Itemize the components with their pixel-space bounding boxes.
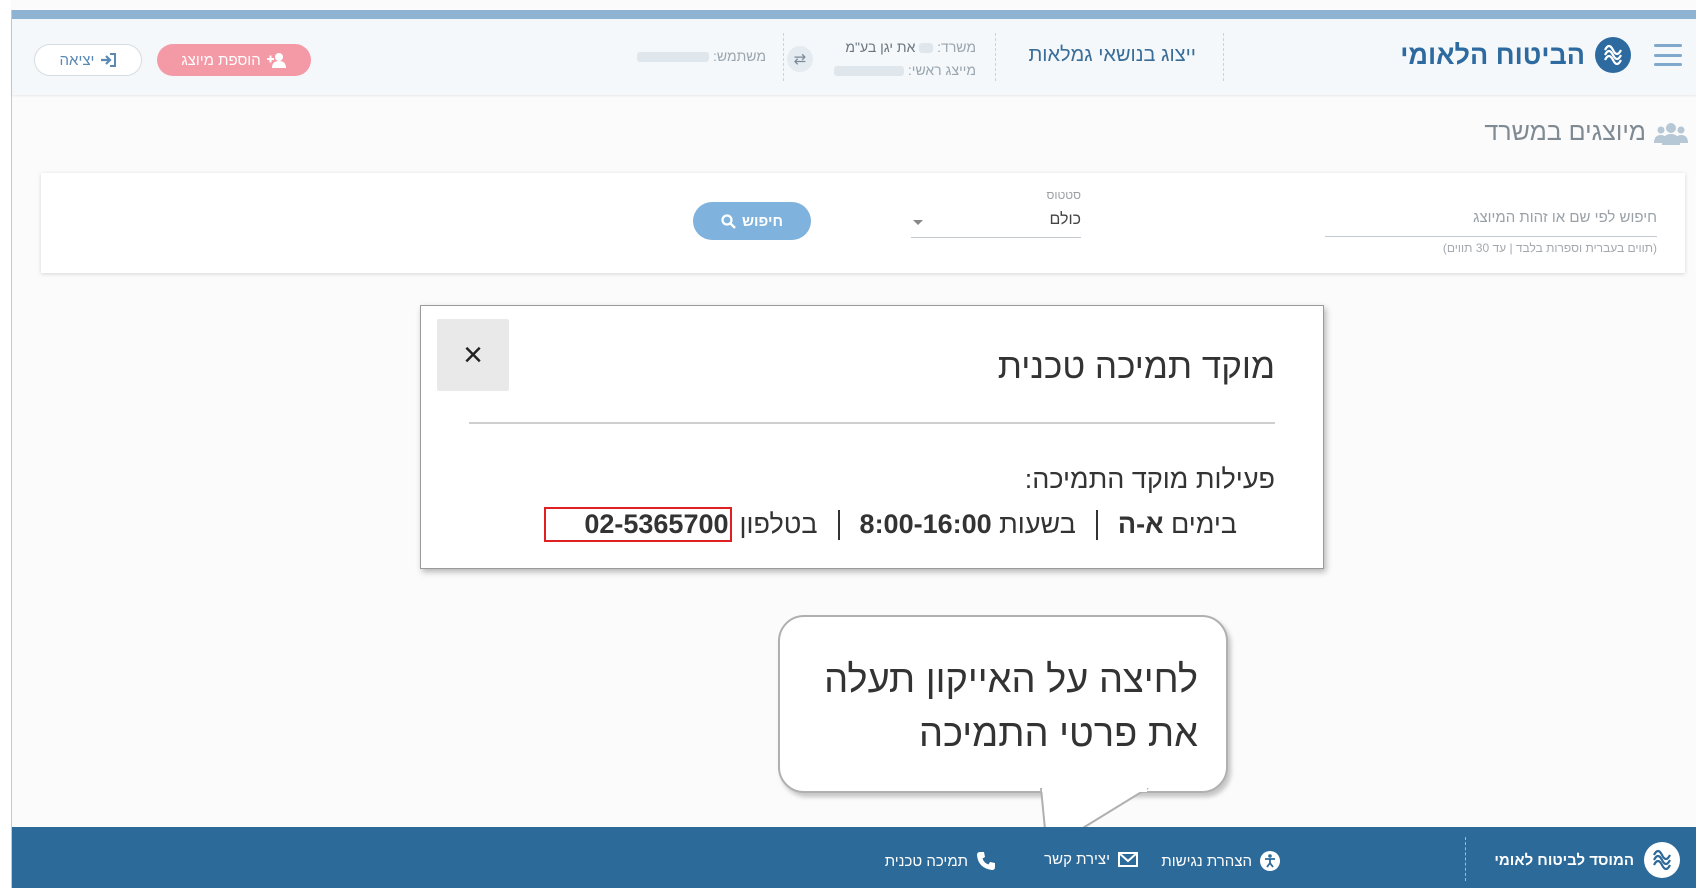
phone-value[interactable]: 02-5365700: [584, 509, 728, 539]
exit-button[interactable]: יציאה: [34, 44, 142, 76]
search-panel: חיפוש לפי שם או זהות המיוצג (תווים בעברי…: [41, 173, 1685, 273]
days-value: א-ה: [1117, 509, 1164, 539]
office-name: את יגן בע"מ: [845, 39, 916, 55]
header: הביטוח הלאומי ייצוג בנושאי גמלאות משרד: …: [12, 19, 1696, 95]
close-button[interactable]: ×: [437, 319, 509, 391]
logo-text: הביטוח הלאומי: [1400, 39, 1585, 70]
support-hours-line: בימים א-ה בשעות 8:00-16:00 בטלפון 02-536…: [544, 507, 1237, 542]
search-input[interactable]: חיפוש לפי שם או זהות המיוצג: [1325, 203, 1657, 237]
callout-line-2: את פרטי התמיכה: [919, 713, 1198, 755]
search-button-label: חיפוש: [741, 212, 784, 230]
callout-bubble: לחיצה על האייקון תעלה את פרטי התמיכה: [778, 615, 1228, 793]
switch-office-icon[interactable]: ⇄: [787, 46, 813, 72]
footer-divider: [1465, 837, 1466, 881]
modal-title: מוקד תמיכה טכנית: [997, 347, 1275, 386]
status-label: סטטוס: [1046, 188, 1081, 202]
separator: [837, 509, 840, 540]
contact-label: יצירת קשר: [1044, 851, 1110, 868]
tech-support-label: תמיכה טכנית: [884, 852, 968, 870]
add-client-label: הוספת מיוצג: [181, 51, 261, 69]
search-hint: (תווים בעברית וספרות בלבד | עד 30 תווים): [1442, 241, 1657, 255]
accessibility-label: הצהרת נגישות: [1161, 852, 1252, 870]
hours-value: 8:00-16:00: [859, 509, 992, 539]
user-label: משתמש:: [713, 48, 766, 64]
exit-label: יציאה: [59, 51, 95, 69]
modal-subtitle: פעילות מוקד התמיכה:: [1024, 464, 1275, 494]
office-info: משרד: את יגן בע"מ מייצג ראשי:: [834, 36, 976, 82]
add-user-icon: [266, 53, 286, 68]
header-divider: [995, 33, 996, 81]
callout-line-1: לחיצה על האייקון תעלה: [824, 659, 1198, 701]
redacted-text: [919, 43, 934, 54]
status-value: כולם: [1049, 211, 1081, 228]
hours-prefix: בשעות: [999, 509, 1076, 539]
phone-icon: [977, 852, 995, 870]
brand-logo[interactable]: הביטוח הלאומי: [1400, 37, 1631, 73]
callout-text: לחיצה על האייקון תעלה את פרטי התמיכה: [824, 653, 1198, 761]
redacted-text: [834, 66, 905, 77]
menu-icon[interactable]: [1654, 44, 1682, 66]
tech-support-link[interactable]: תמיכה טכנית: [885, 851, 996, 871]
header-divider: [1223, 33, 1224, 81]
header-divider: [783, 33, 784, 81]
frame-edge: [11, 10, 12, 888]
footer-logo-text: המוסד לביטוח לאומי: [1494, 851, 1634, 869]
sign-out-icon: [101, 53, 117, 67]
search-icon: [721, 213, 736, 229]
footer: המוסד לביטוח לאומי הצהרת נגישות יצירת קש…: [12, 827, 1696, 888]
chevron-down-icon: [913, 220, 923, 225]
add-client-button[interactable]: הוספת מיוצג: [157, 44, 311, 76]
status-select[interactable]: כולם: [911, 206, 1081, 238]
chief-label: מייצג ראשי:: [907, 62, 976, 78]
users-icon: [1654, 122, 1688, 145]
envelope-icon: [1118, 852, 1138, 867]
app-title: ייצוג בנושאי גמלאות: [1028, 44, 1196, 66]
phone-prefix: בטלפון: [739, 509, 818, 539]
accessibility-icon: [1260, 851, 1280, 871]
modal-divider: [469, 422, 1275, 424]
page-title: מיוצגים במשרד: [1484, 118, 1688, 147]
search-button[interactable]: חיפוש: [693, 202, 811, 240]
separator: [1095, 509, 1098, 540]
days-prefix: בימים: [1171, 509, 1237, 539]
top-accent-bar: [12, 10, 1696, 19]
user-info: משתמש:: [637, 48, 766, 64]
accessibility-link[interactable]: הצהרת נגישות: [1161, 851, 1280, 871]
logo-icon: [1644, 842, 1680, 878]
support-modal: מוקד תמיכה טכנית × פעילות מוקד התמיכה: ב…: [420, 305, 1324, 569]
redacted-text: [637, 52, 710, 63]
contact-link[interactable]: יצירת קשר: [1044, 851, 1138, 868]
page-title-text: מיוצגים במשרד: [1484, 118, 1646, 146]
footer-logo[interactable]: המוסד לביטוח לאומי: [1494, 842, 1680, 878]
phone-highlight: 02-5365700: [544, 507, 732, 542]
logo-icon: [1595, 37, 1631, 73]
office-label: משרד:: [937, 39, 976, 55]
